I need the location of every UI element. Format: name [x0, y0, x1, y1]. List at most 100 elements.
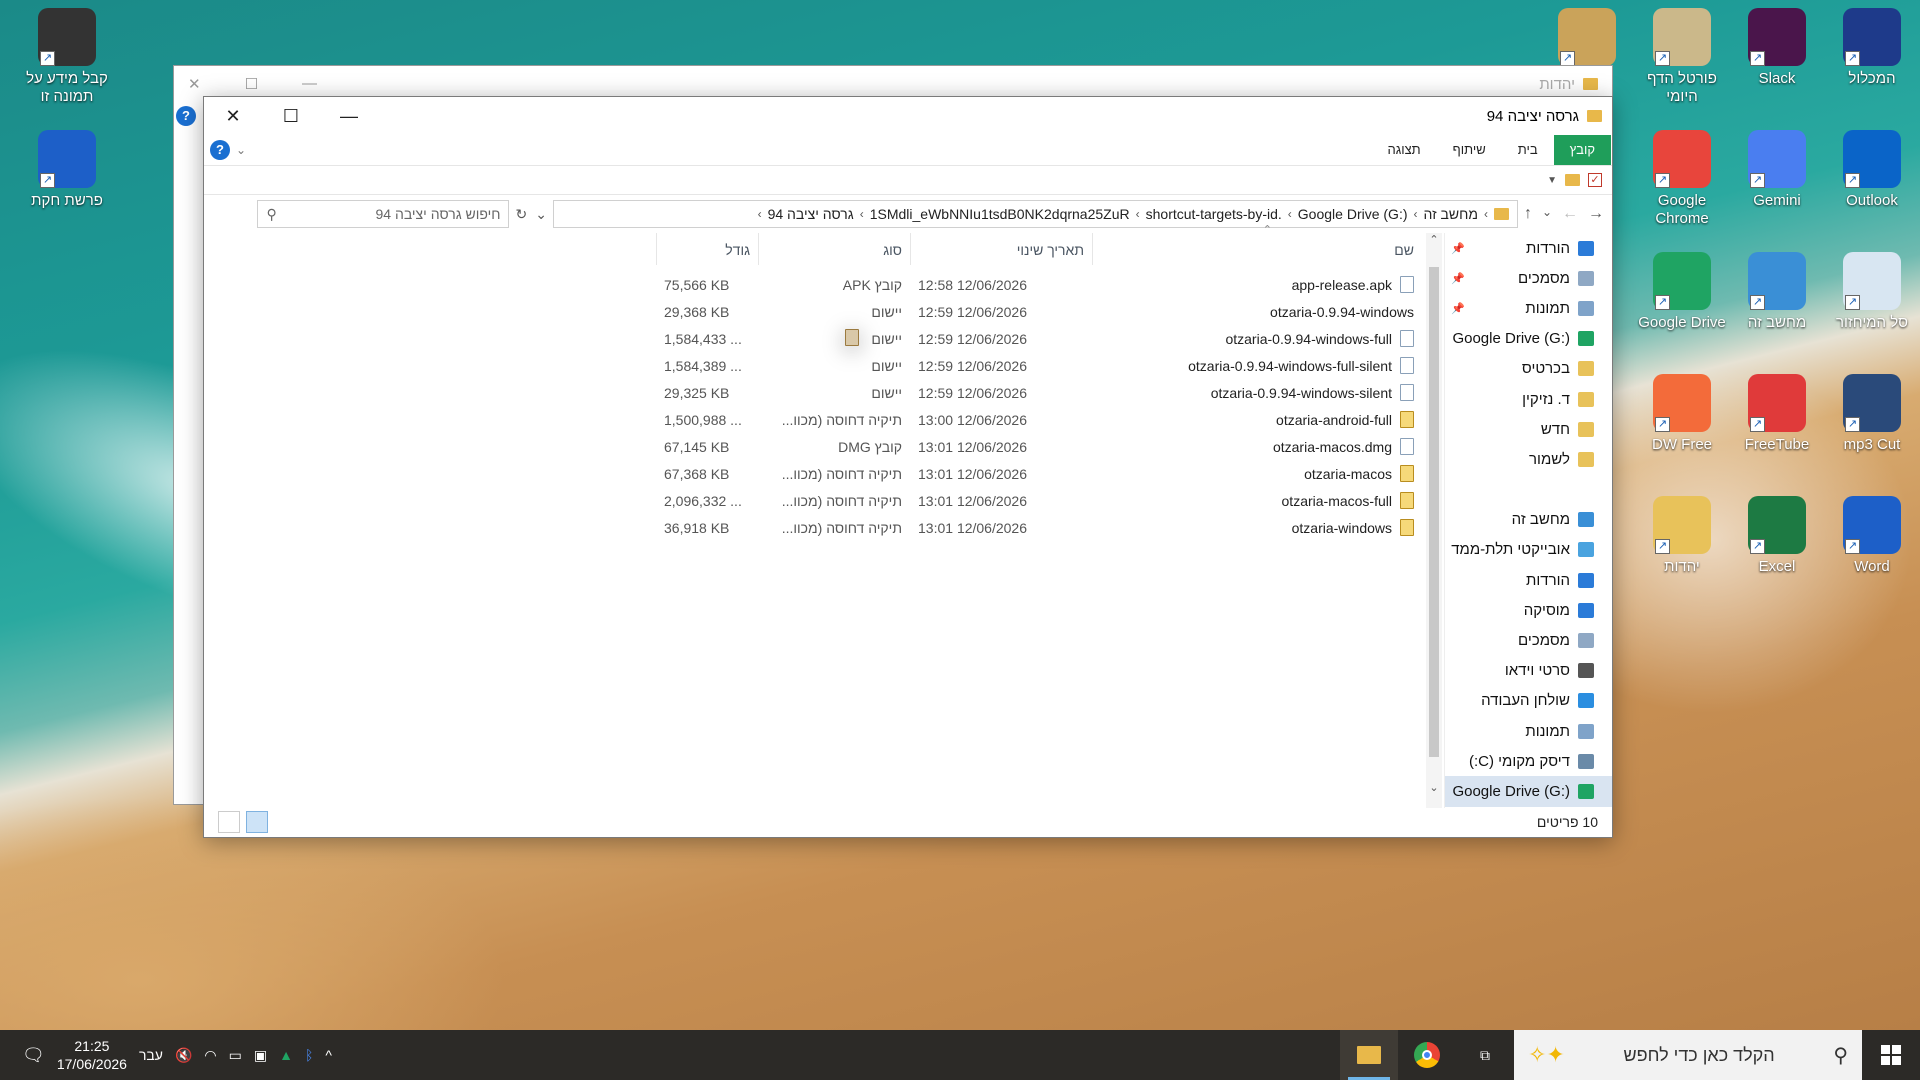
network-icon[interactable]: ◠ [204, 1047, 216, 1064]
scrollbar-thumb[interactable] [1429, 267, 1439, 757]
nav-item[interactable]: מסמכים 📌 [1445, 263, 1612, 293]
file-name-cell[interactable]: otzaria-0.9.94-windows-full-silent [1092, 357, 1422, 374]
nav-item[interactable]: ד. נזיקין [1445, 384, 1612, 414]
breadcrumb-item[interactable]: מחשב זה [1424, 206, 1478, 222]
column-size[interactable]: גודל [656, 233, 758, 265]
desktop-shortcut[interactable]: ↗ סל המיחזור [1826, 252, 1918, 332]
tab-view[interactable]: תצוגה [1371, 135, 1436, 165]
bluetooth-icon[interactable]: ᛒ [305, 1047, 313, 1063]
back-arrow-icon[interactable]: → [1588, 205, 1604, 223]
google-drive-tray-icon[interactable]: ▲ [279, 1047, 293, 1063]
clock[interactable]: 21:25 17/06/2026 [57, 1037, 127, 1073]
file-name-cell[interactable]: otzaria-0.9.94-windows-full [1092, 330, 1422, 347]
file-name-cell[interactable]: otzaria-macos [1092, 465, 1422, 482]
desktop-shortcut[interactable]: ↗ יהדות [1636, 496, 1728, 576]
table-row[interactable]: otzaria-0.9.94-windows-silent 12/06/2026 … [642, 379, 1422, 406]
table-row[interactable]: app-release.apk 12/06/2026 12:58 קובץ APK 7… [642, 271, 1422, 298]
file-name-cell[interactable]: otzaria-macos-full [1092, 492, 1422, 509]
nav-item[interactable]: סרטי וידאו [1445, 656, 1612, 686]
scroll-down-icon[interactable]: ⌄ [1426, 781, 1442, 794]
language-indicator[interactable]: עבר [139, 1047, 163, 1063]
breadcrumb-item[interactable]: גרסה יציבה 94 [768, 206, 854, 222]
file-name-cell[interactable]: otzaria-android-full [1092, 411, 1422, 428]
table-row[interactable]: otzaria-macos-full 12/06/2026 13:01 תיקיה … [642, 487, 1422, 514]
nav-item[interactable]: Google Drive (G:)📌 [1445, 324, 1612, 354]
file-name-cell[interactable]: app-release.apk [1092, 276, 1422, 293]
explorer-window[interactable]: גרסה יציבה 94 ✕ ☐ — קובץ בית שיתוף תצוגה… [203, 96, 1613, 838]
nav-item[interactable]: הורדות 📌 [1445, 233, 1612, 263]
nav-item[interactable]: חדש [1445, 414, 1612, 444]
table-row[interactable]: otzaria-android-full 12/06/2026 13:00 תיקי… [642, 406, 1422, 433]
table-row[interactable]: otzaria-0.9.94-windows-full-silent 12/06/… [642, 352, 1422, 379]
desktop-shortcut[interactable]: ↗ Gemini [1731, 130, 1823, 210]
breadcrumb-chevron-icon[interactable]: › [1484, 207, 1488, 221]
desktop-shortcut[interactable]: ↗ מחשב זה [1731, 252, 1823, 332]
address-bar[interactable]: › מחשב זה › Google Drive (G:) › .shortcu… [552, 200, 1518, 228]
taskbar-search-input[interactable]: הקלד כאן כדי לחפש [1624, 1045, 1775, 1066]
copilot-sparkle-icon[interactable]: ✦✧ [1528, 1042, 1565, 1068]
nav-item[interactable]: תמונות [1445, 716, 1612, 746]
desktop-shortcut[interactable]: ↗ DW Free [1636, 374, 1728, 454]
help-icon[interactable]: ? [210, 140, 230, 160]
minimize-button[interactable]: — [320, 97, 378, 135]
close-button[interactable]: ✕ [204, 97, 262, 135]
taskbar-search[interactable]: ⚲ הקלד כאן כדי לחפש ✦✧ [1514, 1030, 1862, 1080]
close-icon[interactable]: ✕ [188, 75, 201, 93]
desktop-shortcut[interactable]: ↗ Outlook [1826, 130, 1918, 210]
file-name-cell[interactable]: otzaria-0.9.94-windows [845, 304, 1422, 346]
file-name-cell[interactable]: otzaria-windows [1092, 519, 1422, 536]
nav-item[interactable]: שולחן העבודה [1445, 686, 1612, 716]
meet-now-icon[interactable]: ▣ [254, 1047, 267, 1064]
taskbar-file-explorer[interactable] [1340, 1030, 1398, 1080]
start-button[interactable] [1862, 1030, 1920, 1080]
table-row[interactable]: otzaria-windows 12/06/2026 13:01 תיקיה דחו… [642, 514, 1422, 541]
scroll-up-icon[interactable]: ⌃ [1426, 233, 1442, 246]
maximize-button[interactable]: ☐ [262, 97, 320, 135]
taskbar-chrome[interactable] [1398, 1030, 1456, 1080]
refresh-icon[interactable]: ↻ [515, 206, 527, 223]
search-input[interactable]: חיפוש גרסה יציבה 94 [375, 206, 500, 222]
desktop-shortcut[interactable]: ↗ Excel [1731, 496, 1823, 576]
up-arrow-icon[interactable]: ↑ [1524, 205, 1532, 223]
details-view-icon[interactable] [218, 811, 240, 833]
file-name-cell[interactable]: otzaria-0.9.94-windows-silent [1092, 384, 1422, 401]
battery-icon[interactable]: ▭ [229, 1047, 242, 1064]
address-dropdown-icon[interactable]: ⌄ [535, 206, 547, 223]
nav-item[interactable]: הורדות [1445, 565, 1612, 595]
breadcrumb-chevron-icon[interactable]: › [860, 207, 864, 221]
help-icon[interactable]: ? [176, 106, 196, 126]
nav-item[interactable]: לשמור [1445, 444, 1612, 474]
column-name[interactable]: שם [1092, 233, 1422, 265]
breadcrumb-item[interactable]: .shortcut-targets-by-id [1146, 206, 1282, 222]
file-name-cell[interactable]: otzaria-macos.dmg [1092, 438, 1422, 455]
nav-item[interactable]: מסמכים [1445, 625, 1612, 655]
search-box[interactable]: חיפוש גרסה יציבה 94 ⚲ [257, 200, 510, 228]
column-date[interactable]: תאריך שינוי [910, 233, 1092, 265]
nav-item[interactable]: מוסיקה [1445, 595, 1612, 625]
tab-home[interactable]: בית [1502, 135, 1554, 165]
new-folder-icon[interactable] [1565, 174, 1580, 186]
desktop-shortcut[interactable]: ↗ Slack [1731, 8, 1823, 88]
nav-item[interactable]: Google Drive (G:) [1445, 776, 1612, 807]
tab-file[interactable]: קובץ [1553, 135, 1611, 165]
navigation-scrollbar[interactable]: ⌃ ⌄ [1426, 233, 1442, 808]
desktop-shortcut[interactable]: ↗ FreeTube [1731, 374, 1823, 454]
table-row[interactable]: otzaria-0.9.94-windows-full 12/06/2026 12… [642, 325, 1422, 352]
notifications-icon[interactable]: 🗨 [22, 1045, 45, 1066]
breadcrumb-chevron-icon[interactable]: › [1136, 207, 1140, 221]
desktop-shortcut[interactable]: ↗ Google Drive [1636, 252, 1728, 332]
forward-arrow-icon[interactable]: ← [1562, 205, 1578, 223]
breadcrumb-item[interactable]: Google Drive (G:) [1298, 206, 1408, 222]
chevron-down-icon[interactable]: ▼ [1547, 175, 1557, 186]
tab-share[interactable]: שיתוף [1437, 135, 1502, 165]
desktop-shortcut[interactable]: ↗ פורטל הדף היומי [1636, 8, 1728, 106]
breadcrumb-chevron-icon[interactable]: › [1414, 207, 1418, 221]
task-view-button[interactable]: ⧉ [1456, 1030, 1514, 1080]
properties-check-icon[interactable]: ✓ [1588, 173, 1602, 187]
breadcrumb-chevron-icon[interactable]: › [758, 207, 762, 221]
window-titlebar[interactable]: גרסה יציבה 94 ✕ ☐ — [204, 97, 1612, 135]
background-caption-buttons[interactable]: ✕ ☐ — [188, 75, 317, 93]
table-row[interactable]: otzaria-0.9.94-windows 12/06/2026 12:59 יי… [642, 298, 1422, 346]
desktop-shortcut[interactable]: ↗ קבל מידע על תמונה זו [21, 8, 113, 106]
table-row[interactable]: otzaria-macos.dmg 12/06/2026 13:01 קובץ DM… [642, 433, 1422, 460]
